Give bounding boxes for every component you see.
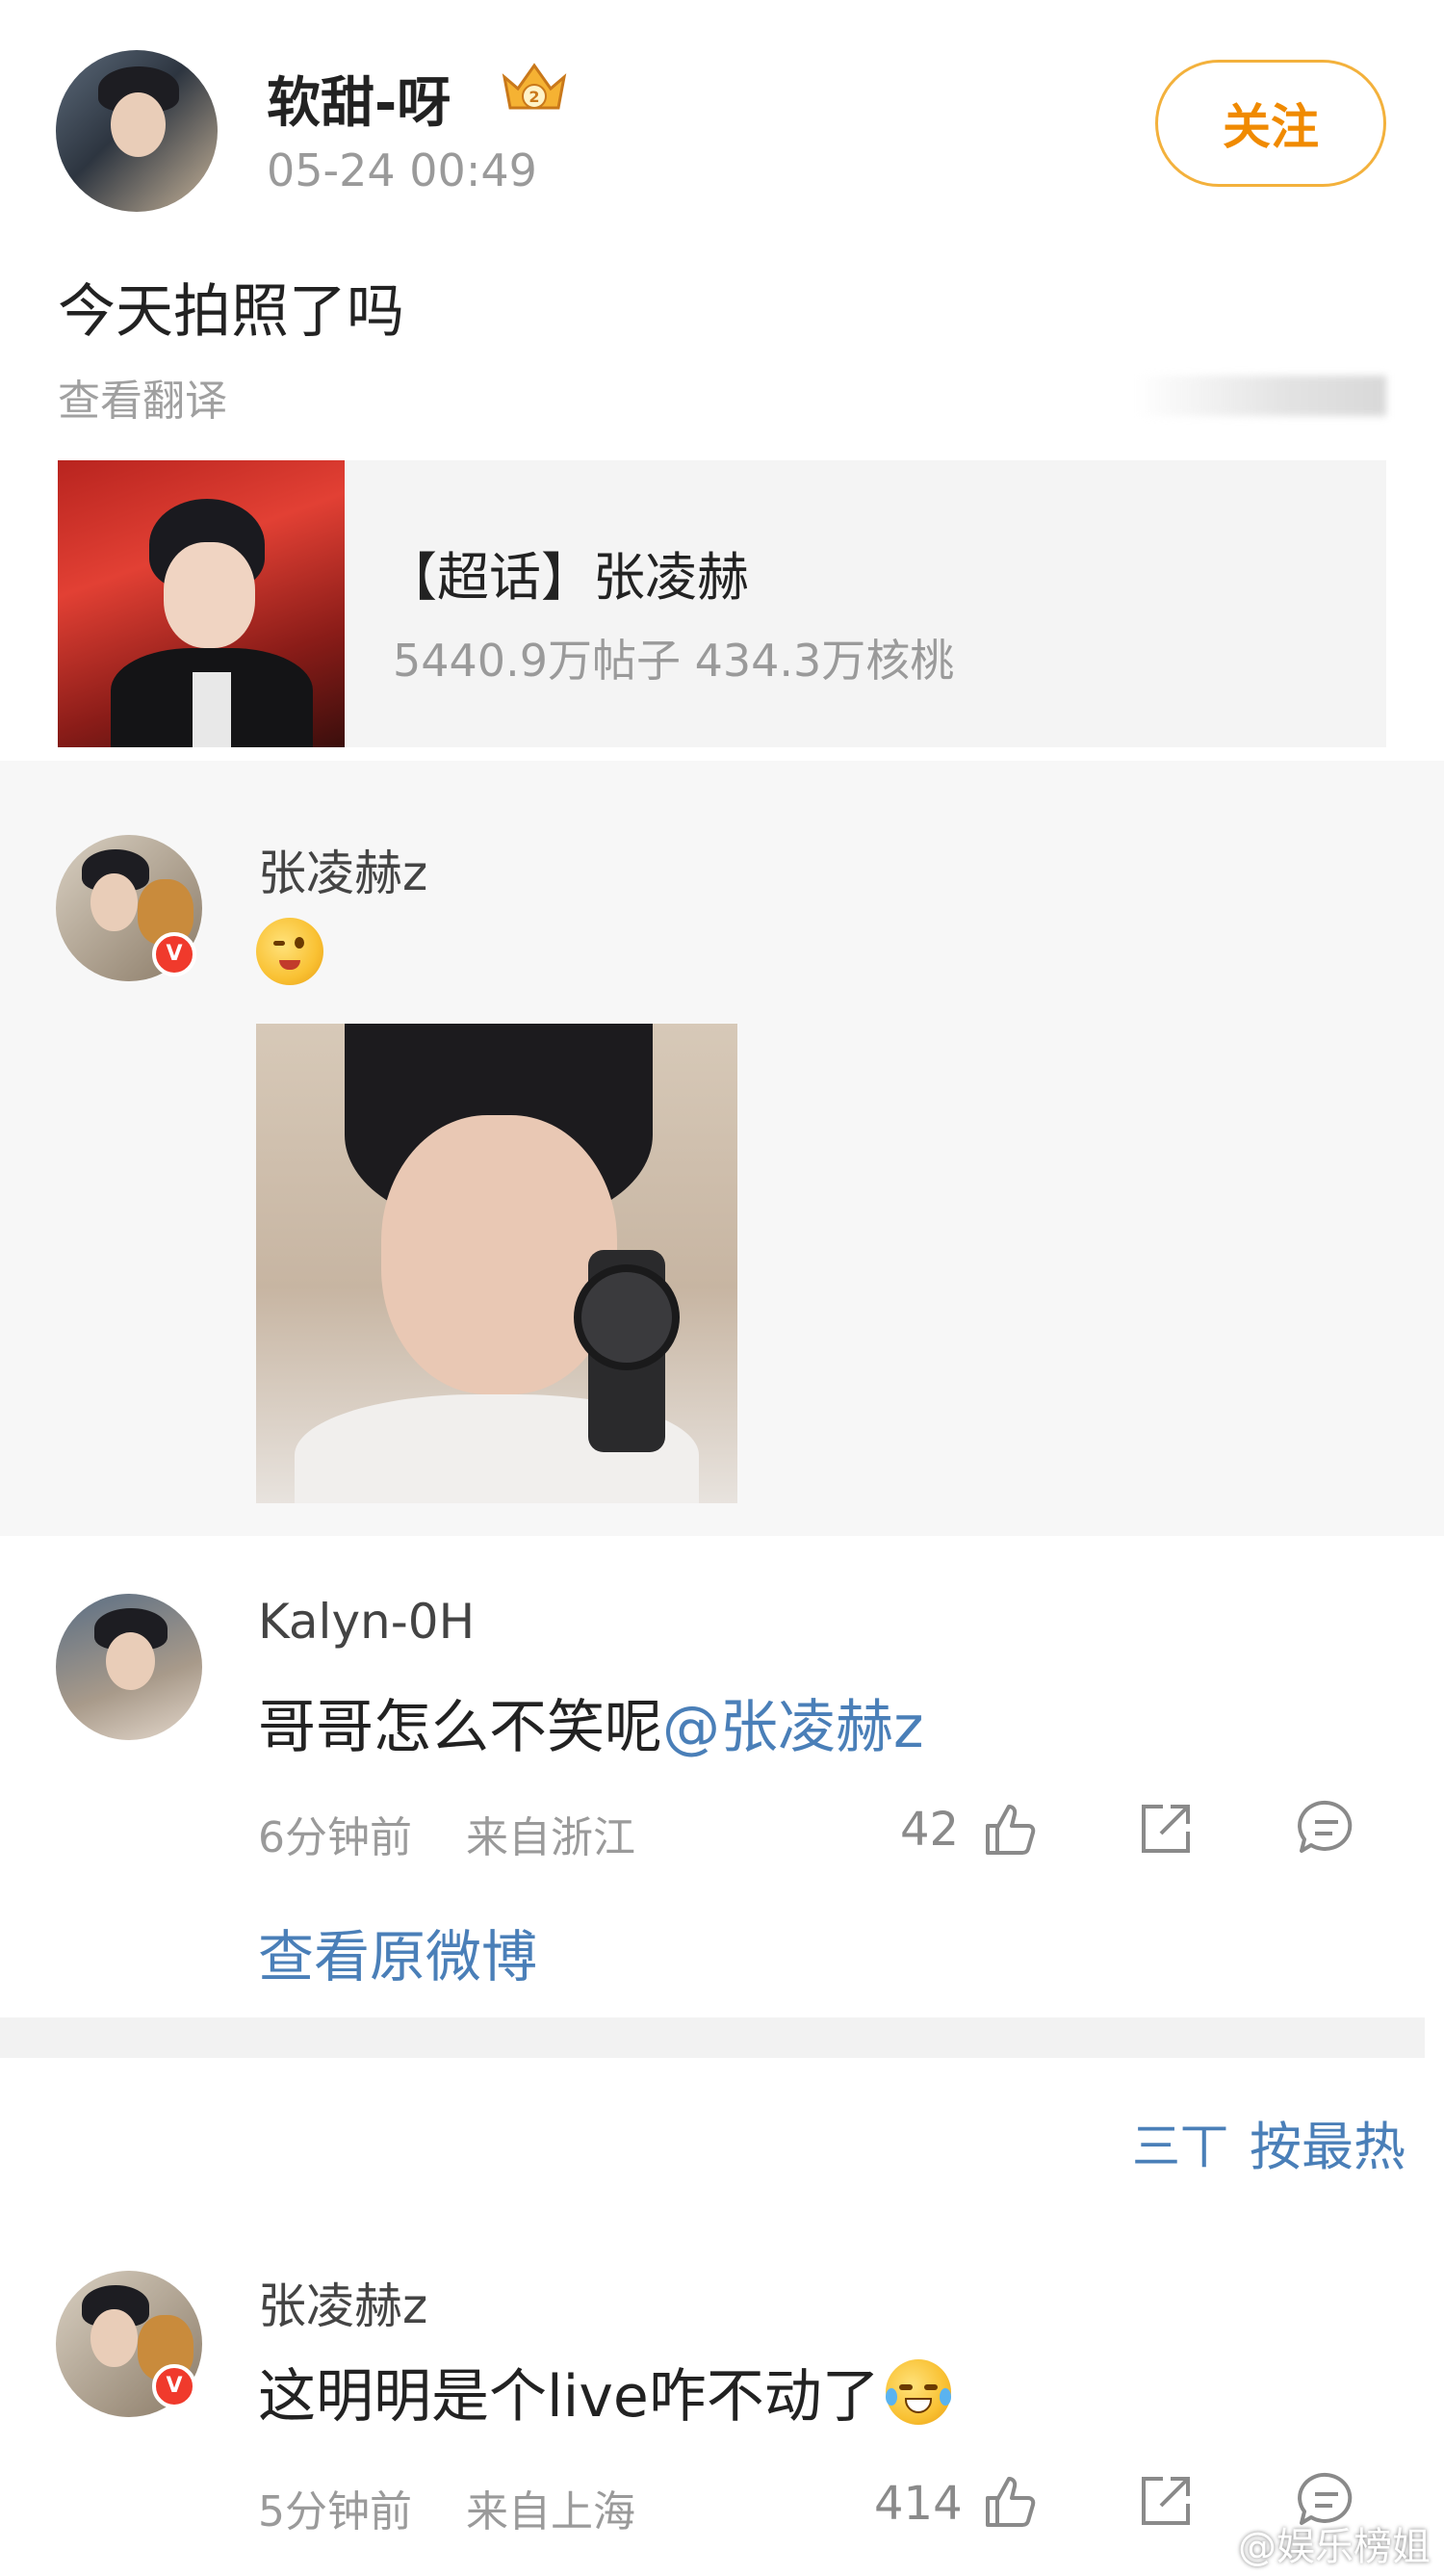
comment1-like-icon[interactable] <box>980 1799 1040 1859</box>
crown-badge-icon: 2 <box>502 63 567 110</box>
comment2-location: 来自上海 <box>466 2487 635 2537</box>
supertopic-thumbnail <box>58 460 345 747</box>
svg-text:2: 2 <box>529 88 539 106</box>
poster-username[interactable]: 软甜-呀 <box>267 60 451 138</box>
wink-emoji-icon <box>256 918 323 985</box>
sort-label: 按最热 <box>1250 2117 1405 2177</box>
view-original-post-link[interactable]: 查看原微博 <box>258 1912 537 1992</box>
comment1-text: 哥哥怎么不笑呢@张凌赫z <box>258 1680 924 1764</box>
comment2-time: 5分钟前 <box>258 2487 412 2537</box>
verified-badge-icon: V <box>152 2364 196 2408</box>
verified-badge-icon: V <box>152 932 196 976</box>
watermark: @娱乐榜姐 <box>1186 2515 1431 2571</box>
post-text: 今天拍照了吗 <box>58 278 404 346</box>
post-timestamp: 05-24 00:49 <box>267 144 537 196</box>
comment1-location: 来自浙江 <box>466 1813 635 1862</box>
section-divider <box>0 2017 1425 2058</box>
comment2-like-count: 414 <box>874 2477 963 2531</box>
comment1-time: 6分钟前 <box>258 1813 412 1862</box>
sort-hot-button[interactable]: 三丅 按最热 <box>1132 2104 1405 2180</box>
comment2-body: 这明明是个live咋不动了 <box>258 2363 880 2431</box>
comment1-body: 哥哥怎么不笑呢 <box>258 1694 662 1761</box>
weibo-logo-icon <box>1187 2527 1228 2562</box>
comment1-mention-link[interactable]: @张凌赫z <box>662 1694 924 1761</box>
translate-link[interactable]: 查看翻译 <box>58 366 227 428</box>
sort-icon: 三丅 <box>1132 2118 1228 2174</box>
quoted-username[interactable]: 张凌赫z <box>258 835 427 904</box>
comment2-username[interactable]: 张凌赫z <box>258 2268 427 2337</box>
comment1-reply-icon[interactable] <box>1296 1797 1357 1859</box>
follow-button[interactable]: 关注 <box>1155 60 1386 187</box>
comment2-like-icon[interactable] <box>980 2471 1040 2531</box>
comment1-username[interactable]: Kalyn-0H <box>258 1594 475 1650</box>
quoted-photo[interactable] <box>256 1024 737 1503</box>
supertopic-stats: 5440.9万帖子 434.3万核桃 <box>393 635 955 687</box>
crying-laughing-emoji-icon <box>885 2358 951 2425</box>
watermark-text: @娱乐榜姐 <box>1238 2525 1431 2569</box>
comment2-text: 这明明是个live咋不动了 <box>258 2350 951 2433</box>
poster-avatar[interactable] <box>56 50 218 212</box>
comment1-like-count: 42 <box>900 1803 960 1857</box>
comment1-share-icon[interactable] <box>1136 1799 1196 1859</box>
comment1-avatar[interactable] <box>56 1594 202 1740</box>
blurred-region <box>1136 376 1386 416</box>
supertopic-title: 【超话】张凌赫 <box>385 547 749 608</box>
